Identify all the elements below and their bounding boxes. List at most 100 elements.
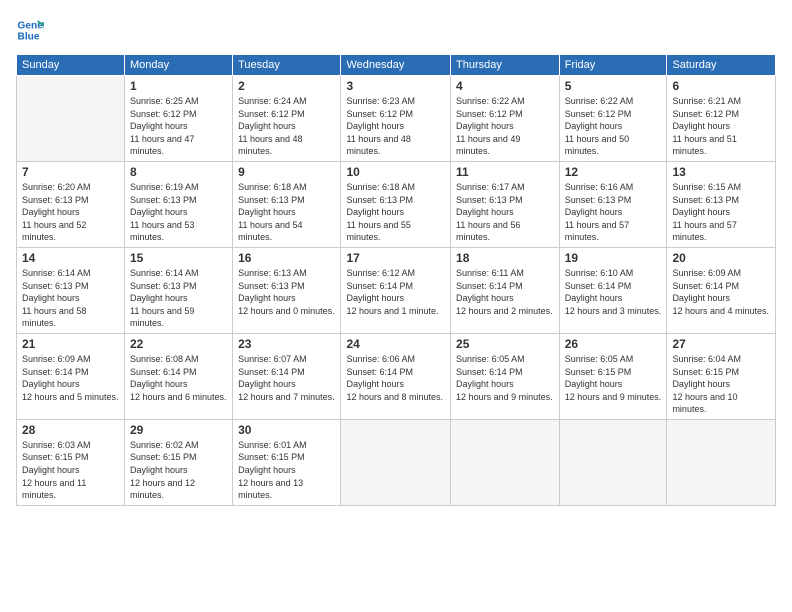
calendar-cell: 21 Sunrise: 6:09 AMSunset: 6:14 PMDayligh… <box>17 333 125 419</box>
calendar-cell: 9 Sunrise: 6:18 AMSunset: 6:13 PMDaylight… <box>233 161 341 247</box>
day-info: Sunrise: 6:24 AMSunset: 6:12 PMDaylight … <box>238 95 335 158</box>
calendar-cell: 16Sunrise: 6:13 AMSunset: 6:13 PMDayligh… <box>233 247 341 333</box>
week-row-0: 1 Sunrise: 6:25 AMSunset: 6:12 PMDaylight… <box>17 76 776 162</box>
day-info: Sunrise: 6:05 AMSunset: 6:14 PMDaylight … <box>456 353 554 403</box>
calendar-cell: 26Sunrise: 6:05 AMSunset: 6:15 PMDayligh… <box>559 333 667 419</box>
header: General Blue <box>16 16 776 44</box>
svg-text:Blue: Blue <box>18 31 40 42</box>
day-number: 13 <box>672 165 770 179</box>
calendar-cell: 1 Sunrise: 6:25 AMSunset: 6:12 PMDaylight… <box>124 76 232 162</box>
day-info: Sunrise: 6:20 AMSunset: 6:13 PMDaylight … <box>22 181 119 244</box>
day-number: 15 <box>130 251 227 265</box>
day-number: 5 <box>565 79 662 93</box>
day-number: 21 <box>22 337 119 351</box>
day-number: 25 <box>456 337 554 351</box>
day-number: 20 <box>672 251 770 265</box>
weekday-header-tuesday: Tuesday <box>233 55 341 76</box>
day-number: 4 <box>456 79 554 93</box>
weekday-header-saturday: Saturday <box>667 55 776 76</box>
day-number: 11 <box>456 165 554 179</box>
calendar-cell: 14 Sunrise: 6:14 AMSunset: 6:13 PMDayligh… <box>17 247 125 333</box>
day-info: Sunrise: 6:22 AMSunset: 6:12 PMDaylight … <box>456 95 554 158</box>
calendar-cell: 10 Sunrise: 6:18 AMSunset: 6:13 PMDayligh… <box>341 161 451 247</box>
day-number: 27 <box>672 337 770 351</box>
week-row-2: 14 Sunrise: 6:14 AMSunset: 6:13 PMDayligh… <box>17 247 776 333</box>
calendar-cell: 30 Sunrise: 6:01 AMSunset: 6:15 PMDayligh… <box>233 419 341 505</box>
calendar-cell: 4 Sunrise: 6:22 AMSunset: 6:12 PMDaylight… <box>451 76 560 162</box>
day-info: Sunrise: 6:15 AMSunset: 6:13 PMDaylight … <box>672 181 770 244</box>
calendar-cell: 19Sunrise: 6:10 AMSunset: 6:14 PMDayligh… <box>559 247 667 333</box>
day-number: 19 <box>565 251 662 265</box>
calendar-cell: 23 Sunrise: 6:07 AMSunset: 6:14 PMDayligh… <box>233 333 341 419</box>
week-row-4: 28 Sunrise: 6:03 AMSunset: 6:15 PMDayligh… <box>17 419 776 505</box>
weekday-header-monday: Monday <box>124 55 232 76</box>
day-number: 26 <box>565 337 662 351</box>
weekday-header-wednesday: Wednesday <box>341 55 451 76</box>
day-info: Sunrise: 6:23 AMSunset: 6:12 PMDaylight … <box>346 95 445 158</box>
day-number: 8 <box>130 165 227 179</box>
calendar-cell: 3 Sunrise: 6:23 AMSunset: 6:12 PMDaylight… <box>341 76 451 162</box>
calendar-cell: 6 Sunrise: 6:21 AMSunset: 6:12 PMDaylight… <box>667 76 776 162</box>
calendar-cell: 28 Sunrise: 6:03 AMSunset: 6:15 PMDayligh… <box>17 419 125 505</box>
day-number: 14 <box>22 251 119 265</box>
day-number: 18 <box>456 251 554 265</box>
day-info: Sunrise: 6:08 AMSunset: 6:14 PMDaylight … <box>130 353 227 403</box>
day-info: Sunrise: 6:03 AMSunset: 6:15 PMDaylight … <box>22 439 119 502</box>
weekday-header-thursday: Thursday <box>451 55 560 76</box>
day-number: 10 <box>346 165 445 179</box>
calendar-cell <box>341 419 451 505</box>
calendar-cell: 2 Sunrise: 6:24 AMSunset: 6:12 PMDaylight… <box>233 76 341 162</box>
day-number: 24 <box>346 337 445 351</box>
calendar-cell: 22 Sunrise: 6:08 AMSunset: 6:14 PMDayligh… <box>124 333 232 419</box>
page: General Blue SundayMondayTuesdayWednesda… <box>0 0 792 612</box>
day-info: Sunrise: 6:11 AMSunset: 6:14 PMDaylight … <box>456 267 554 317</box>
day-info: Sunrise: 6:07 AMSunset: 6:14 PMDaylight … <box>238 353 335 403</box>
calendar-cell: 13 Sunrise: 6:15 AMSunset: 6:13 PMDayligh… <box>667 161 776 247</box>
weekday-header-row: SundayMondayTuesdayWednesdayThursdayFrid… <box>17 55 776 76</box>
day-info: Sunrise: 6:18 AMSunset: 6:13 PMDaylight … <box>346 181 445 244</box>
calendar-cell: 17 Sunrise: 6:12 AMSunset: 6:14 PMDayligh… <box>341 247 451 333</box>
day-number: 2 <box>238 79 335 93</box>
calendar-cell: 8Sunrise: 6:19 AMSunset: 6:13 PMDaylight… <box>124 161 232 247</box>
day-number: 28 <box>22 423 119 437</box>
day-number: 22 <box>130 337 227 351</box>
day-number: 9 <box>238 165 335 179</box>
day-info: Sunrise: 6:12 AMSunset: 6:14 PMDaylight … <box>346 267 445 317</box>
calendar-cell <box>17 76 125 162</box>
logo-icon: General Blue <box>16 16 44 44</box>
day-number: 6 <box>672 79 770 93</box>
day-number: 1 <box>130 79 227 93</box>
day-number: 3 <box>346 79 445 93</box>
day-number: 29 <box>130 423 227 437</box>
calendar-cell: 7 Sunrise: 6:20 AMSunset: 6:13 PMDaylight… <box>17 161 125 247</box>
calendar-cell: 24 Sunrise: 6:06 AMSunset: 6:14 PMDayligh… <box>341 333 451 419</box>
day-number: 16 <box>238 251 335 265</box>
calendar-cell: 11 Sunrise: 6:17 AMSunset: 6:13 PMDayligh… <box>451 161 560 247</box>
day-info: Sunrise: 6:01 AMSunset: 6:15 PMDaylight … <box>238 439 335 502</box>
day-info: Sunrise: 6:02 AMSunset: 6:15 PMDaylight … <box>130 439 227 502</box>
week-row-3: 21 Sunrise: 6:09 AMSunset: 6:14 PMDayligh… <box>17 333 776 419</box>
weekday-header-sunday: Sunday <box>17 55 125 76</box>
calendar-table: SundayMondayTuesdayWednesdayThursdayFrid… <box>16 54 776 506</box>
day-info: Sunrise: 6:09 AMSunset: 6:14 PMDaylight … <box>672 267 770 317</box>
day-info: Sunrise: 6:16 AMSunset: 6:13 PMDaylight … <box>565 181 662 244</box>
calendar-cell <box>667 419 776 505</box>
calendar-cell: 20 Sunrise: 6:09 AMSunset: 6:14 PMDayligh… <box>667 247 776 333</box>
day-info: Sunrise: 6:21 AMSunset: 6:12 PMDaylight … <box>672 95 770 158</box>
calendar-cell <box>451 419 560 505</box>
day-number: 7 <box>22 165 119 179</box>
day-info: Sunrise: 6:04 AMSunset: 6:15 PMDaylight … <box>672 353 770 416</box>
day-info: Sunrise: 6:06 AMSunset: 6:14 PMDaylight … <box>346 353 445 403</box>
day-info: Sunrise: 6:25 AMSunset: 6:12 PMDaylight … <box>130 95 227 158</box>
calendar-cell: 18 Sunrise: 6:11 AMSunset: 6:14 PMDayligh… <box>451 247 560 333</box>
day-number: 30 <box>238 423 335 437</box>
day-info: Sunrise: 6:09 AMSunset: 6:14 PMDaylight … <box>22 353 119 403</box>
day-info: Sunrise: 6:17 AMSunset: 6:13 PMDaylight … <box>456 181 554 244</box>
week-row-1: 7 Sunrise: 6:20 AMSunset: 6:13 PMDaylight… <box>17 161 776 247</box>
day-number: 23 <box>238 337 335 351</box>
day-info: Sunrise: 6:14 AMSunset: 6:13 PMDaylight … <box>22 267 119 330</box>
calendar-cell: 29 Sunrise: 6:02 AMSunset: 6:15 PMDayligh… <box>124 419 232 505</box>
day-number: 17 <box>346 251 445 265</box>
day-info: Sunrise: 6:18 AMSunset: 6:13 PMDaylight … <box>238 181 335 244</box>
day-info: Sunrise: 6:22 AMSunset: 6:12 PMDaylight … <box>565 95 662 158</box>
